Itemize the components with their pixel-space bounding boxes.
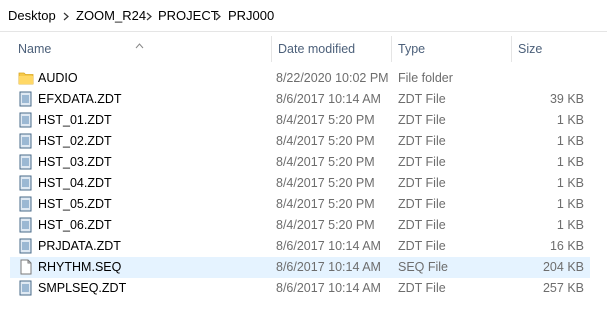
file-type: ZDT File: [398, 281, 446, 295]
file-row-hst-01[interactable]: HST_01.ZDT 8/4/2017 5:20 PM ZDT File 1 K…: [10, 110, 590, 131]
file-size: 204 KB: [542, 260, 584, 274]
zdt-file-icon: [18, 238, 34, 254]
column-header-row: Name Date modified Type Size: [0, 36, 607, 62]
blank-file-icon: [18, 259, 34, 275]
zdt-file-icon: [18, 175, 34, 191]
column-header-type[interactable]: Type: [398, 42, 425, 56]
breadcrumb: Desktop ZOOM_R24 PROJECT PRJ000: [0, 0, 607, 32]
file-date: 8/6/2017 10:14 AM: [276, 92, 381, 106]
file-row-hst-03[interactable]: HST_03.ZDT 8/4/2017 5:20 PM ZDT File 1 K…: [10, 152, 590, 173]
file-type: ZDT File: [398, 218, 446, 232]
file-size: 39 KB: [549, 92, 584, 106]
file-size: 1 KB: [556, 113, 584, 127]
file-date: 8/6/2017 10:14 AM: [276, 239, 381, 253]
file-name: SMPLSEQ.ZDT: [38, 281, 127, 295]
column-divider[interactable]: [511, 36, 512, 62]
file-name: HST_02.ZDT: [38, 134, 112, 148]
file-date: 8/4/2017 5:20 PM: [276, 134, 375, 148]
file-row-prjdata[interactable]: PRJDATA.ZDT 8/6/2017 10:14 AM ZDT File 1…: [10, 236, 590, 257]
breadcrumb-prj000[interactable]: PRJ000: [228, 8, 274, 23]
zdt-file-icon: [18, 112, 34, 128]
file-type: ZDT File: [398, 92, 446, 106]
column-divider[interactable]: [271, 36, 272, 62]
zdt-file-icon: [18, 280, 34, 296]
file-name: PRJDATA.ZDT: [38, 239, 121, 253]
file-size: 1 KB: [556, 134, 584, 148]
breadcrumb-zoom-r24[interactable]: ZOOM_R24: [76, 8, 146, 23]
zdt-file-icon: [18, 196, 34, 212]
chevron-right-icon[interactable]: [215, 12, 221, 21]
chevron-right-icon[interactable]: [63, 12, 69, 21]
file-size: 257 KB: [542, 281, 584, 295]
file-name: HST_05.ZDT: [38, 197, 112, 211]
file-type: ZDT File: [398, 155, 446, 169]
zdt-file-icon: [18, 91, 34, 107]
file-name: HST_06.ZDT: [38, 218, 112, 232]
file-date: 8/4/2017 5:20 PM: [276, 113, 375, 127]
file-date: 8/4/2017 5:20 PM: [276, 155, 375, 169]
column-header-date-modified[interactable]: Date modified: [278, 42, 355, 56]
zdt-file-icon: [18, 133, 34, 149]
chevron-right-icon[interactable]: [146, 12, 152, 21]
file-name: AUDIO: [38, 71, 78, 85]
column-divider[interactable]: [391, 36, 392, 62]
file-name: RHYTHM.SEQ: [38, 260, 122, 274]
file-size: 1 KB: [556, 197, 584, 211]
file-name: EFXDATA.ZDT: [38, 92, 122, 106]
file-date: 8/4/2017 5:20 PM: [276, 218, 375, 232]
file-row-rhythm-seq[interactable]: RHYTHM.SEQ 8/6/2017 10:14 AM SEQ File 20…: [10, 257, 590, 278]
file-name: HST_04.ZDT: [38, 176, 112, 190]
file-date: 8/22/2020 10:02 PM: [276, 71, 389, 85]
file-size: 1 KB: [556, 176, 584, 190]
file-date: 8/6/2017 10:14 AM: [276, 260, 381, 274]
file-type: ZDT File: [398, 113, 446, 127]
file-name: HST_01.ZDT: [38, 113, 112, 127]
folder-icon: [18, 70, 34, 86]
file-row-audio[interactable]: AUDIO 8/22/2020 10:02 PM File folder: [10, 68, 590, 89]
file-row-smplseq[interactable]: SMPLSEQ.ZDT 8/6/2017 10:14 AM ZDT File 2…: [10, 278, 590, 299]
file-row-hst-02[interactable]: HST_02.ZDT 8/4/2017 5:20 PM ZDT File 1 K…: [10, 131, 590, 152]
breadcrumb-desktop[interactable]: Desktop: [8, 8, 56, 23]
zdt-file-icon: [18, 217, 34, 233]
file-type: ZDT File: [398, 197, 446, 211]
column-header-size[interactable]: Size: [518, 42, 542, 56]
file-date: 8/4/2017 5:20 PM: [276, 197, 375, 211]
file-date: 8/6/2017 10:14 AM: [276, 281, 381, 295]
file-size: 1 KB: [556, 155, 584, 169]
file-type: ZDT File: [398, 134, 446, 148]
file-row-efxdata[interactable]: EFXDATA.ZDT 8/6/2017 10:14 AM ZDT File 3…: [10, 89, 590, 110]
file-name: HST_03.ZDT: [38, 155, 112, 169]
breadcrumb-project[interactable]: PROJECT: [158, 8, 219, 23]
zdt-file-icon: [18, 154, 34, 170]
file-type: SEQ File: [398, 260, 449, 274]
file-row-hst-04[interactable]: HST_04.ZDT 8/4/2017 5:20 PM ZDT File 1 K…: [10, 173, 590, 194]
file-date: 8/4/2017 5:20 PM: [276, 176, 375, 190]
file-type: File folder: [398, 71, 453, 85]
file-row-hst-06[interactable]: HST_06.ZDT 8/4/2017 5:20 PM ZDT File 1 K…: [10, 215, 590, 236]
file-type: ZDT File: [398, 239, 446, 253]
file-row-hst-05[interactable]: HST_05.ZDT 8/4/2017 5:20 PM ZDT File 1 K…: [10, 194, 590, 215]
file-size: 1 KB: [556, 218, 584, 232]
file-type: ZDT File: [398, 176, 446, 190]
file-size: 16 KB: [549, 239, 584, 253]
column-header-name[interactable]: Name: [18, 42, 51, 56]
